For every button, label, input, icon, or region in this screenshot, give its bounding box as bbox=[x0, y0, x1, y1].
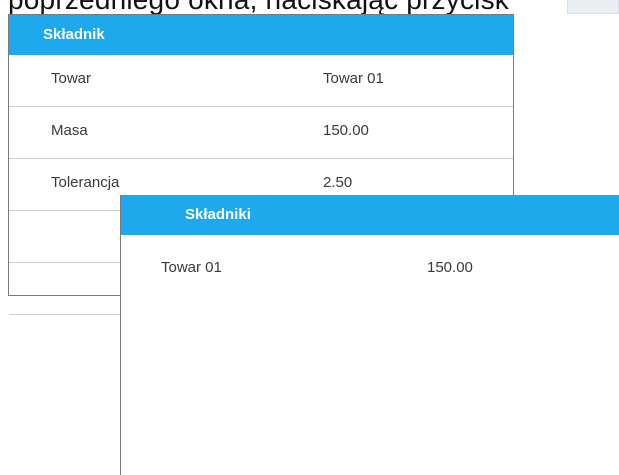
components-window: Składniki Towar 01 150.00 bbox=[120, 195, 619, 475]
page-caption-text: poprzedniego okna, naciskając przycisk bbox=[8, 0, 509, 14]
row-product-label: Towar bbox=[51, 70, 92, 87]
row-product[interactable]: Towar Towar 01 bbox=[9, 55, 513, 107]
component-window-title: Składnik bbox=[9, 15, 513, 55]
row-product-value: Towar 01 bbox=[323, 70, 384, 87]
row-mass-value: 150.00 bbox=[323, 122, 369, 139]
row-mass[interactable]: Masa 150.00 bbox=[9, 107, 513, 159]
row-mass-label: Masa bbox=[51, 122, 88, 139]
list-item-amount: 150.00 bbox=[427, 259, 473, 276]
list-item-name: Towar 01 bbox=[161, 259, 222, 276]
list-item[interactable]: Towar 01 150.00 bbox=[121, 235, 619, 287]
row-tolerance-value: 2.50 bbox=[323, 174, 353, 191]
button-icon bbox=[567, 0, 619, 14]
row-tolerance-label: Tolerancja bbox=[51, 174, 120, 191]
components-window-title: Składniki bbox=[121, 195, 619, 235]
